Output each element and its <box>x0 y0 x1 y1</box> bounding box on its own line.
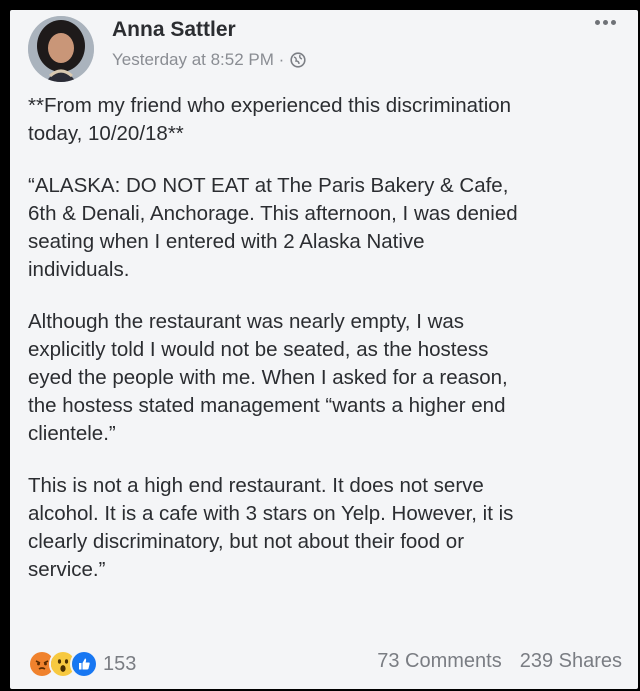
avatar-image <box>28 16 94 82</box>
shares-link[interactable]: 239 Shares <box>520 650 622 673</box>
author-name[interactable]: Anna Sattler <box>112 18 236 42</box>
more-dot <box>595 20 600 25</box>
post-body: **From my friend who experienced this di… <box>28 92 624 584</box>
post-paragraph: Although the restaurant was nearly empty… <box>28 310 508 445</box>
like-reaction-icon <box>70 650 98 678</box>
avatar[interactable] <box>28 16 94 82</box>
post-paragraph: This is not a high end restaurant. It do… <box>28 474 514 581</box>
more-dot <box>611 20 616 25</box>
comments-link[interactable]: 73 Comments <box>377 650 502 673</box>
screenshot-frame: Anna Sattler Yesterday at 8:52 PM · **Fr… <box>0 0 640 691</box>
reaction-count[interactable]: 153 <box>103 653 136 676</box>
reactions-summary[interactable]: 153 <box>28 650 136 678</box>
post-timestamp[interactable]: Yesterday at 8:52 PM · <box>112 50 284 70</box>
post-meta: Yesterday at 8:52 PM · <box>112 50 306 70</box>
facebook-post-card: Anna Sattler Yesterday at 8:52 PM · **Fr… <box>10 10 638 689</box>
more-options-icon[interactable] <box>595 20 616 25</box>
post-footer: 153 73 Comments 239 Shares <box>28 650 622 678</box>
post-paragraph: **From my friend who experienced this di… <box>28 94 512 145</box>
engagement-stats: 73 Comments 239 Shares <box>377 650 622 673</box>
post-paragraph: “ALASKA: DO NOT EAT at The Paris Bakery … <box>28 174 518 281</box>
globe-icon[interactable] <box>290 52 306 68</box>
more-dot <box>603 20 608 25</box>
